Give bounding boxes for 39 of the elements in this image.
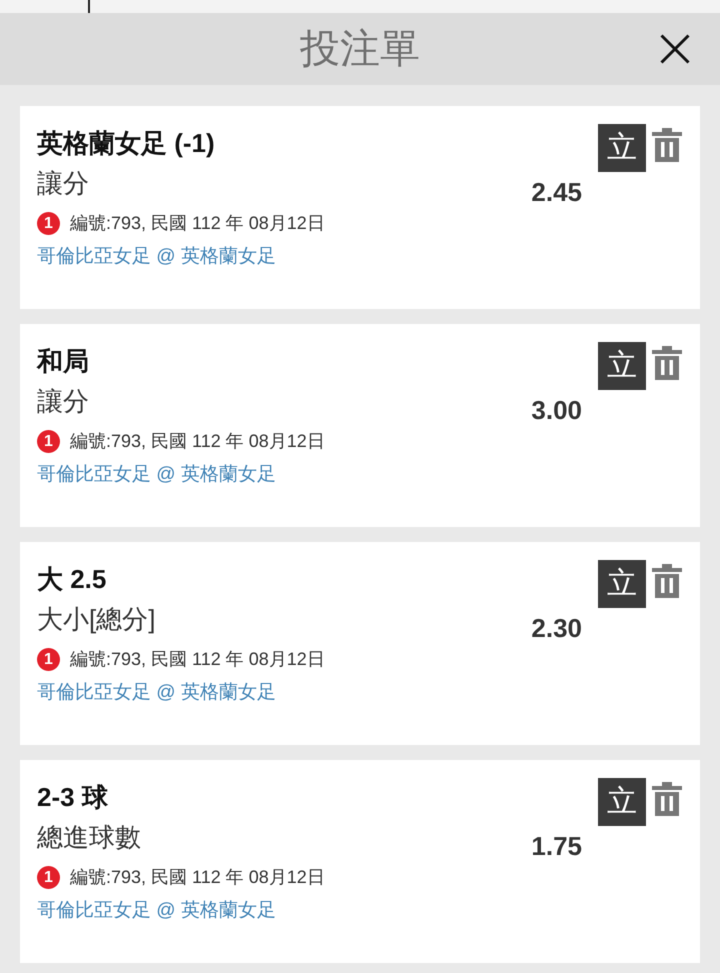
close-icon: [660, 34, 690, 64]
event-info: 編號:793, 民國 112 年 08月12日: [70, 212, 325, 235]
match-link[interactable]: 哥倫比亞女足 @ 英格蘭女足: [37, 462, 276, 488]
number-badge: 1: [37, 866, 60, 888]
close-button[interactable]: [660, 34, 690, 64]
market-label: 總進球數: [37, 821, 141, 854]
bet-action-button[interactable]: 立: [598, 342, 646, 390]
delete-button[interactable]: [652, 128, 682, 162]
event-info: 編號:793, 民國 112 年 08月12日: [70, 866, 325, 889]
selection-label: 和局: [37, 345, 89, 378]
bet-action-button[interactable]: 立: [598, 778, 646, 826]
event-info: 編號:793, 民國 112 年 08月12日: [70, 430, 325, 453]
number-badge: 1: [37, 430, 60, 452]
odds-value: 2.45: [531, 176, 582, 209]
delete-button[interactable]: [652, 564, 682, 598]
delete-button[interactable]: [652, 346, 682, 380]
selection-label: 2-3 球: [37, 781, 108, 814]
bet-action-button[interactable]: 立: [598, 124, 646, 172]
market-label: 讓分: [37, 385, 89, 418]
market-label: 大小[總分]: [37, 603, 156, 636]
sheet-title: 投注單: [300, 26, 420, 73]
selection-label: 英格蘭女足 (-1): [37, 127, 215, 160]
trash-icon: [652, 128, 682, 162]
trash-icon: [652, 346, 682, 380]
match-link[interactable]: 哥倫比亞女足 @ 英格蘭女足: [37, 898, 276, 924]
bet-action-button[interactable]: 立: [598, 560, 646, 608]
odds-value: 2.30: [531, 612, 582, 645]
match-link[interactable]: 哥倫比亞女足 @ 英格蘭女足: [37, 244, 276, 270]
delete-button[interactable]: [652, 782, 682, 816]
odds-value: 3.00: [531, 394, 582, 427]
selection-label: 大 2.5: [37, 563, 106, 596]
number-badge: 1: [37, 212, 60, 234]
market-label: 讓分: [37, 167, 89, 200]
trash-icon: [652, 782, 682, 816]
event-info: 編號:793, 民國 112 年 08月12日: [70, 648, 325, 671]
number-badge: 1: [37, 648, 60, 670]
odds-value: 1.75: [531, 830, 582, 863]
match-link[interactable]: 哥倫比亞女足 @ 英格蘭女足: [37, 680, 276, 706]
trash-icon: [652, 564, 682, 598]
